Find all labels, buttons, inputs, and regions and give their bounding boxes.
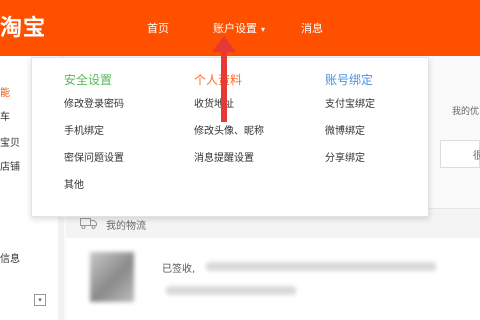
taobao-logo[interactable]: 淘宝 <box>0 16 46 42</box>
top-header: 淘宝 首页 账户设置 ▾ 消息 <box>0 0 480 56</box>
account-binding-title: 账号绑定 <box>325 73 374 87</box>
security-settings-column: 安全设置 修改登录密码 手机绑定 密保问题设置 其他 <box>64 72 124 206</box>
alipay-binding-link[interactable]: 支付宝绑定 <box>325 98 375 112</box>
change-password-link[interactable]: 修改登录密码 <box>64 98 124 112</box>
sidebar-item-label: 车 <box>0 112 10 123</box>
delivery-status: 已签收, <box>162 264 196 275</box>
sidebar-item-5[interactable]: 信息 <box>0 250 20 265</box>
right-input-text: 很 <box>473 151 480 162</box>
logistics-title: 我的物流 <box>106 221 146 232</box>
avatar-nickname-link[interactable]: 修改头像、昵称 <box>194 125 264 139</box>
notification-settings-link[interactable]: 消息提醒设置 <box>194 152 264 166</box>
logo-text: 淘宝 <box>0 16 47 41</box>
blurred-text <box>166 286 296 295</box>
sidebar-item-2[interactable]: 车 <box>0 108 10 123</box>
nav-home[interactable]: 首页 <box>147 22 169 36</box>
product-thumbnail <box>90 252 134 302</box>
phone-binding-link[interactable]: 手机绑定 <box>64 125 124 139</box>
sidebar-item-4[interactable]: 店铺 <box>0 158 20 173</box>
logistics-item[interactable]: 已签收, <box>66 238 480 320</box>
nav-account-settings-label: 账户设置 <box>213 22 257 35</box>
nav-home-label: 首页 <box>147 22 169 35</box>
blurred-text <box>206 262 436 271</box>
sidebar-item-label: 能 <box>0 88 10 99</box>
sidebar-toggle-icon[interactable]: ▾ <box>34 294 46 306</box>
truck-icon <box>80 218 97 229</box>
share-binding-link[interactable]: 分享绑定 <box>325 152 375 166</box>
sidebar-item-label: 信息 <box>0 254 20 265</box>
sidebar-item-label: 店铺 <box>0 162 20 173</box>
nav-account-settings[interactable]: 账户设置 ▾ <box>213 22 265 37</box>
other-link[interactable]: 其他 <box>64 179 124 193</box>
security-settings-title: 安全设置 <box>64 73 113 87</box>
up-arrow-annotation <box>212 36 236 122</box>
nav-messages-label: 消息 <box>301 22 323 35</box>
sidebar-item-1[interactable]: 能 <box>0 84 10 99</box>
weibo-binding-link[interactable]: 微博绑定 <box>325 125 375 139</box>
security-question-link[interactable]: 密保问题设置 <box>64 152 124 166</box>
right-tab-label[interactable]: 我的优 <box>452 104 479 117</box>
sidebar-item-3[interactable]: 宝贝 <box>0 134 20 149</box>
account-binding-column: 账号绑定 支付宝绑定 微博绑定 分享绑定 <box>325 72 375 179</box>
sidebar-item-label: 宝贝 <box>0 138 20 149</box>
chevron-down-icon: ▾ <box>261 25 266 34</box>
right-input-field[interactable]: 很 <box>440 140 480 168</box>
nav-messages[interactable]: 消息 <box>301 22 323 36</box>
